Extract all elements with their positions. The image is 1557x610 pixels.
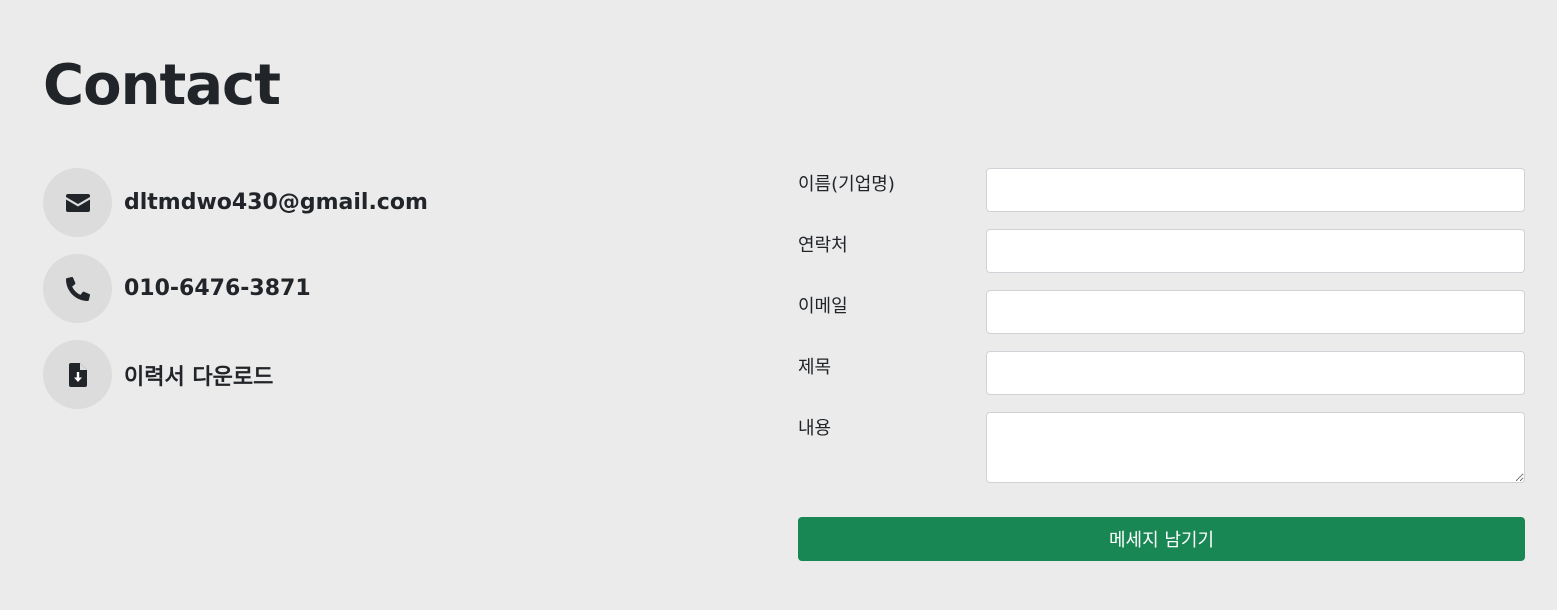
phone-icon — [65, 276, 90, 301]
phone-input[interactable] — [986, 229, 1525, 273]
email-icon-circle[interactable] — [43, 168, 112, 237]
contact-item-resume[interactable]: 이력서 다운로드 — [43, 340, 428, 409]
form-row-email: 이메일 — [798, 290, 1525, 334]
email-input[interactable] — [986, 290, 1525, 334]
contact-item-phone[interactable]: 010-6476-3871 — [43, 254, 428, 323]
resume-icon-circle[interactable] — [43, 340, 112, 409]
email-text[interactable]: dltmdwo430@gmail.com — [124, 190, 428, 215]
form-row-phone: 연락처 — [798, 229, 1525, 273]
message-label: 내용 — [798, 418, 832, 439]
contact-form: 이름(기업명) 연락처 이메일 제목 내용 메세지 남기기 — [798, 168, 1525, 561]
send-message-button[interactable]: 메세지 남기기 — [798, 517, 1525, 561]
form-row-message: 내용 — [798, 412, 1525, 483]
file-download-icon — [68, 362, 87, 387]
name-label: 이름(기업명) — [798, 174, 895, 195]
subject-label: 제목 — [798, 357, 832, 378]
phone-label: 연락처 — [798, 235, 848, 256]
message-textarea[interactable] — [986, 412, 1525, 483]
name-input[interactable] — [986, 168, 1525, 212]
contact-item-email[interactable]: dltmdwo430@gmail.com — [43, 168, 428, 237]
email-label: 이메일 — [798, 296, 848, 317]
phone-icon-circle[interactable] — [43, 254, 112, 323]
contact-list: dltmdwo430@gmail.com 010-6476-3871 이력서 다… — [43, 168, 428, 426]
form-row-name: 이름(기업명) — [798, 168, 1525, 212]
phone-text[interactable]: 010-6476-3871 — [124, 276, 311, 301]
form-row-subject: 제목 — [798, 351, 1525, 395]
subject-input[interactable] — [986, 351, 1525, 395]
resume-download-text[interactable]: 이력서 다운로드 — [124, 359, 273, 391]
page-title: Contact — [43, 53, 281, 118]
envelope-icon — [65, 193, 90, 212]
